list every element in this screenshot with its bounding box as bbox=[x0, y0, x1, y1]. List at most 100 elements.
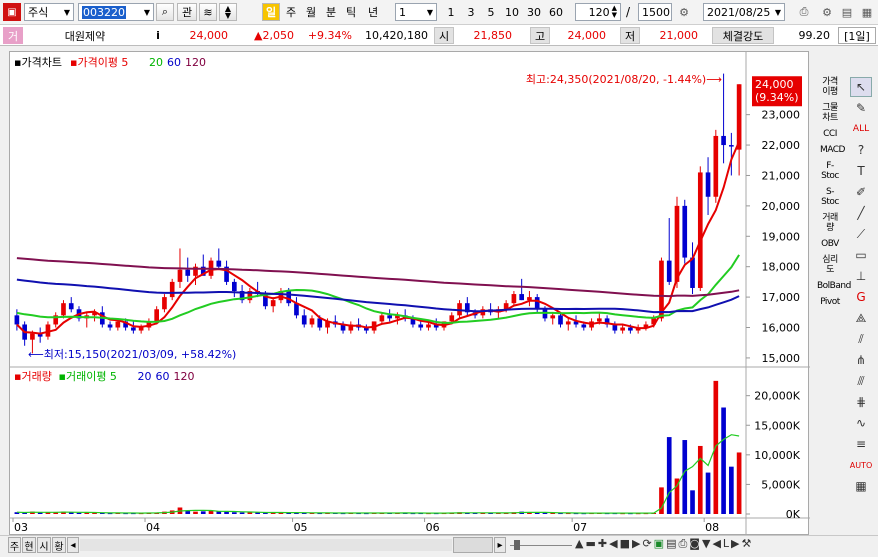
interest-button[interactable]: 관 bbox=[177, 3, 197, 21]
date-picker[interactable]: 2021/08/25 ▼ bbox=[703, 3, 785, 21]
channel-icon[interactable]: ⫽ bbox=[850, 329, 872, 349]
rectangle-tool-icon[interactable]: ▭ bbox=[850, 245, 872, 265]
stock-chart[interactable]: 23,000 22,000 21,000 20,000 19,000 18,000 17,0… bbox=[10, 52, 810, 536]
angle-line-icon[interactable]: ⟋ bbox=[850, 224, 872, 244]
period-tab-tick[interactable]: 틱 bbox=[342, 3, 360, 21]
pointer-icon[interactable]: ↖ bbox=[850, 77, 872, 97]
down-arrow-icon[interactable]: ▼ bbox=[702, 537, 710, 551]
grid-settings-icon[interactable]: ⚙ bbox=[675, 3, 693, 21]
text-tool-icon[interactable]: T bbox=[850, 161, 872, 181]
interval-5-button[interactable]: 5 bbox=[481, 3, 501, 21]
scroll-right-button[interactable]: ▸ bbox=[494, 537, 506, 553]
save-icon[interactable]: ▤ bbox=[838, 3, 856, 21]
line-tool-icon[interactable]: ╱ bbox=[850, 203, 872, 223]
save-icon[interactable]: ▤ bbox=[666, 537, 676, 551]
tab-current[interactable]: 현 bbox=[22, 537, 36, 553]
indicator-item-psychology[interactable]: 심리도 bbox=[819, 255, 841, 275]
gear-icon[interactable]: ⚙ bbox=[818, 3, 836, 21]
total-input[interactable]: 1500 bbox=[638, 3, 672, 21]
volume-bar bbox=[682, 440, 688, 514]
excel-icon[interactable]: ▣ bbox=[654, 537, 664, 551]
pitchfork-icon[interactable]: ⋕ bbox=[850, 392, 872, 412]
period-tab-year[interactable]: 년 bbox=[364, 3, 382, 21]
stop-icon[interactable]: ■ bbox=[620, 537, 630, 551]
indicator-item-f-stoc[interactable]: F-Stoc bbox=[818, 161, 842, 181]
pen-icon[interactable]: ✐ bbox=[850, 182, 872, 202]
camera-icon[interactable]: ◙ bbox=[689, 537, 700, 551]
tab-stock[interactable]: 주 bbox=[8, 537, 21, 553]
l-icon[interactable]: L bbox=[723, 537, 729, 551]
volume-legend-item: 60 bbox=[156, 370, 170, 383]
fan-icon[interactable]: ⟁ bbox=[850, 308, 872, 328]
market-select[interactable]: 주식 ▼ bbox=[24, 3, 74, 21]
indicator-item-cci[interactable]: CCI bbox=[816, 129, 844, 139]
count-input[interactable]: 120 ▲ ▼ bbox=[575, 3, 621, 21]
price-legend-item: ▪가격이평 5 bbox=[70, 56, 128, 69]
price-tick-label: 19,000 bbox=[762, 230, 801, 243]
candle-body bbox=[317, 318, 323, 328]
zoom-out-icon[interactable]: ▬ bbox=[585, 537, 595, 551]
period-tab-week[interactable]: 주 bbox=[282, 3, 300, 21]
candle-body bbox=[682, 205, 688, 258]
indicator-item-pivot[interactable]: Pivot bbox=[816, 297, 844, 307]
zoom-in-icon[interactable]: ✚ bbox=[598, 537, 607, 551]
chart-area[interactable]: 23,000 22,000 21,000 20,000 19,000 18,000 17,0… bbox=[9, 51, 810, 536]
market-select-value: 주식 bbox=[28, 6, 49, 19]
zoom-slider-thumb[interactable] bbox=[514, 540, 520, 550]
left-arrow-icon[interactable]: ◀ bbox=[712, 537, 720, 551]
tab-status[interactable]: 황 bbox=[52, 537, 66, 553]
print-icon[interactable]: ⎙ bbox=[678, 537, 687, 551]
scrollbar-thumb[interactable] bbox=[453, 537, 493, 553]
help-icon[interactable]: ? bbox=[850, 140, 872, 160]
collapse-icon[interactable]: ▲ bbox=[575, 537, 583, 551]
config-icon[interactable]: ⚒ bbox=[742, 537, 752, 551]
last-page-icon[interactable]: ▶ bbox=[632, 537, 640, 551]
zoom-slider[interactable] bbox=[510, 538, 572, 552]
tab-market[interactable]: 시 bbox=[37, 537, 51, 553]
interval-60-button[interactable]: 60 bbox=[545, 3, 567, 21]
interval-1-button[interactable]: 1 bbox=[441, 3, 461, 21]
stock-code-input[interactable]: 003220 ▼ bbox=[78, 3, 154, 21]
cycle-line-icon[interactable]: ⊥ bbox=[850, 266, 872, 286]
speed-line-icon[interactable]: ⫻ bbox=[850, 371, 872, 391]
first-page-icon[interactable]: ◀ bbox=[609, 537, 617, 551]
auto-trend-icon[interactable]: AUTO bbox=[850, 455, 873, 475]
chevron-down-icon: ▼ bbox=[143, 7, 150, 17]
interval-10-button[interactable]: 10 bbox=[501, 3, 523, 21]
interval-30-button[interactable]: 30 bbox=[523, 3, 545, 21]
fibonacci-icon[interactable]: ⋔ bbox=[850, 350, 872, 370]
indicator-item-bolband[interactable]: BolBand bbox=[817, 281, 851, 291]
indicator-item-s-stoc[interactable]: S-Stoc bbox=[818, 187, 842, 207]
price-legend-item: 60 bbox=[167, 56, 181, 69]
grid-toggle-icon[interactable]: ▦ bbox=[850, 476, 872, 496]
indicator-item-net-chart[interactable]: 그물차트 bbox=[819, 103, 841, 123]
period-tab-minute[interactable]: 분 bbox=[322, 3, 340, 21]
recent-button[interactable]: ≋ bbox=[199, 3, 217, 21]
info-icon[interactable]: i bbox=[148, 27, 168, 44]
layout-icon[interactable]: ▦ bbox=[858, 3, 876, 21]
search-button[interactable]: ⌕ bbox=[156, 3, 174, 21]
candle-body bbox=[527, 297, 532, 301]
wave-icon[interactable]: ∿ bbox=[850, 413, 872, 433]
eraser-icon[interactable]: ✎ bbox=[850, 98, 872, 118]
trade-volume: 10,420,180 bbox=[358, 27, 432, 44]
code-stepper[interactable]: ▲ ▼ bbox=[219, 3, 237, 21]
interval-select[interactable]: 1 ▼ bbox=[395, 3, 437, 21]
horizontal-scrollbar[interactable] bbox=[80, 539, 452, 551]
refresh-icon[interactable]: ⟳ bbox=[642, 537, 651, 551]
print-icon[interactable]: ⎙ bbox=[795, 3, 813, 21]
right-arrow-icon[interactable]: ▶ bbox=[731, 537, 739, 551]
indicator-item-volume[interactable]: 거래량 bbox=[819, 213, 841, 233]
indicator-item-macd[interactable]: MACD bbox=[820, 145, 845, 155]
indicator-item-price-ma[interactable]: 가격이평 bbox=[819, 77, 841, 97]
period-tab-day[interactable]: 일 bbox=[262, 3, 280, 21]
screen-icon[interactable]: ▣ bbox=[3, 3, 21, 21]
bar-pattern-icon[interactable]: ≡ bbox=[850, 434, 872, 454]
interval-3-button[interactable]: 3 bbox=[461, 3, 481, 21]
low-price-text: 21,000 bbox=[659, 29, 699, 42]
scroll-left-button[interactable]: ◂ bbox=[67, 537, 79, 553]
period-tab-month[interactable]: 월 bbox=[302, 3, 320, 21]
gann-icon[interactable]: G bbox=[850, 287, 872, 307]
indicator-item-obv[interactable]: OBV bbox=[816, 239, 844, 249]
delete-all-icon[interactable]: ALL bbox=[850, 119, 872, 139]
